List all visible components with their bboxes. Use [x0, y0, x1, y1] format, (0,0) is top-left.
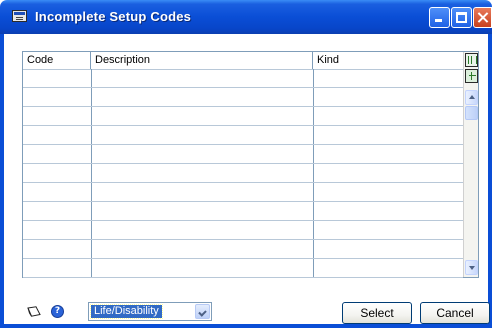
description-cell[interactable]: [91, 69, 314, 87]
table-row[interactable]: [23, 240, 463, 259]
kind-cell[interactable]: [313, 88, 463, 106]
window-icon: [12, 10, 27, 22]
table-row[interactable]: [23, 259, 463, 278]
kind-cell[interactable]: [313, 69, 463, 87]
kind-cell[interactable]: [313, 183, 463, 201]
code-cell[interactable]: [23, 145, 92, 163]
title-bar[interactable]: Incomplete Setup Codes: [0, 0, 492, 34]
kind-cell[interactable]: [313, 202, 463, 220]
description-cell[interactable]: [91, 88, 314, 106]
cancel-button[interactable]: Cancel: [420, 302, 490, 324]
close-button[interactable]: [473, 7, 492, 28]
code-cell[interactable]: [23, 183, 92, 201]
code-cell[interactable]: [23, 126, 92, 144]
description-cell[interactable]: [91, 107, 314, 125]
description-cell[interactable]: [91, 259, 314, 277]
column-header-code[interactable]: Code: [23, 52, 91, 69]
description-cell[interactable]: [91, 221, 314, 239]
select-button[interactable]: Select: [342, 302, 412, 324]
column-header-description[interactable]: Description: [91, 52, 313, 69]
code-cell[interactable]: [23, 221, 92, 239]
code-cell[interactable]: [23, 88, 92, 106]
table-row[interactable]: [23, 202, 463, 221]
kind-filter-dropdown[interactable]: Life/Disability: [88, 302, 212, 321]
table-row[interactable]: [23, 164, 463, 183]
description-cell[interactable]: [91, 164, 314, 182]
grid-rows: [23, 69, 463, 278]
setup-codes-grid[interactable]: Code Description Kind: [22, 51, 479, 278]
description-cell[interactable]: [91, 202, 314, 220]
kind-cell[interactable]: [313, 221, 463, 239]
help-icon[interactable]: ?: [51, 305, 64, 318]
grid-header: Code Description Kind: [23, 52, 463, 70]
table-row[interactable]: [23, 221, 463, 240]
description-cell[interactable]: [91, 183, 314, 201]
table-row[interactable]: [23, 145, 463, 164]
table-row[interactable]: [23, 126, 463, 145]
kind-cell[interactable]: [313, 259, 463, 277]
kind-cell[interactable]: [313, 240, 463, 258]
code-cell[interactable]: [23, 164, 92, 182]
code-cell[interactable]: [23, 202, 92, 220]
kind-cell[interactable]: [313, 164, 463, 182]
scroll-thumb[interactable]: [465, 106, 478, 120]
note-icon[interactable]: [27, 306, 41, 317]
collapse-rows-icon[interactable]: [465, 69, 478, 83]
code-cell[interactable]: [23, 69, 92, 87]
scroll-down-button[interactable]: [465, 260, 478, 275]
description-cell[interactable]: [91, 126, 314, 144]
chevron-down-icon[interactable]: [195, 304, 210, 319]
maximize-button[interactable]: [451, 7, 472, 28]
table-row[interactable]: [23, 107, 463, 126]
column-header-kind[interactable]: Kind: [313, 52, 463, 69]
incomplete-setup-codes-window: Incomplete Setup Codes Code Description …: [0, 0, 492, 328]
kind-cell[interactable]: [313, 145, 463, 163]
expand-rows-icon[interactable]: [465, 53, 478, 67]
window-title: Incomplete Setup Codes: [35, 9, 192, 24]
table-row[interactable]: [23, 88, 463, 107]
kind-filter-value: Life/Disability: [90, 304, 163, 319]
code-cell[interactable]: [23, 259, 92, 277]
table-row[interactable]: [23, 69, 463, 88]
code-cell[interactable]: [23, 240, 92, 258]
scroll-up-button[interactable]: [465, 90, 478, 105]
code-cell[interactable]: [23, 107, 92, 125]
kind-cell[interactable]: [313, 107, 463, 125]
kind-cell[interactable]: [313, 126, 463, 144]
vertical-scrollbar[interactable]: [463, 52, 478, 277]
minimize-button[interactable]: [429, 7, 450, 28]
description-cell[interactable]: [91, 240, 314, 258]
description-cell[interactable]: [91, 145, 314, 163]
table-row[interactable]: [23, 183, 463, 202]
